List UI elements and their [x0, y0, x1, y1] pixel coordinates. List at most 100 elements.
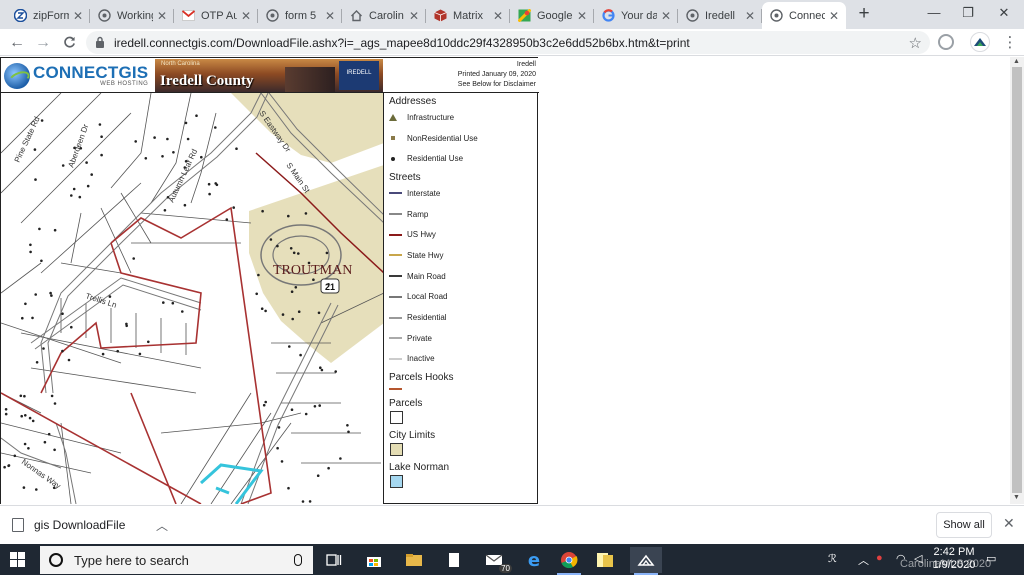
- file-icon: [12, 518, 24, 532]
- scroll-thumb[interactable]: [1012, 67, 1022, 493]
- tab-iredell[interactable]: Iredell ✕: [678, 2, 762, 29]
- address-point: [40, 259, 43, 263]
- tab-your-da[interactable]: Your da ✕: [594, 2, 678, 29]
- tab-close-icon[interactable]: ✕: [660, 9, 672, 23]
- tab-otp-au[interactable]: OTP Au ✕: [174, 2, 258, 29]
- task-view-icon[interactable]: [318, 547, 350, 573]
- address-point: [29, 250, 32, 254]
- legend-item: Residential: [389, 307, 538, 328]
- tab-zipform[interactable]: zipForm ✕: [6, 2, 90, 29]
- chevron-up-icon[interactable]: ︿: [156, 517, 168, 534]
- address-point: [214, 126, 217, 129]
- tab-close-icon[interactable]: ✕: [324, 9, 336, 23]
- page-scrollbar[interactable]: ▲ ▼: [1010, 57, 1024, 504]
- back-button[interactable]: ←: [6, 32, 28, 54]
- address-point: [49, 291, 52, 295]
- address-point: [288, 345, 291, 348]
- address-point: [67, 358, 71, 362]
- address-point: [38, 227, 41, 231]
- taskbar-search[interactable]: Type here to search: [40, 546, 313, 574]
- file-explorer-icon[interactable]: [398, 547, 430, 573]
- tab-matrix[interactable]: Matrix ✕: [426, 2, 510, 29]
- tab-close-icon[interactable]: ✕: [828, 9, 840, 23]
- address-point: [318, 404, 322, 407]
- show-all-button[interactable]: Show all: [936, 512, 992, 538]
- menu-kebab-icon[interactable]: ⋮: [1002, 33, 1018, 51]
- edge-icon[interactable]: e: [518, 547, 550, 573]
- address-point: [207, 182, 211, 186]
- page-content: CONNECTGIS WEB HOSTING North Carolina Ir…: [0, 57, 1024, 504]
- tab-google[interactable]: Google ✕: [510, 2, 594, 29]
- security-alert-icon[interactable]: ●: [876, 552, 883, 564]
- address-point: [144, 157, 148, 160]
- windows-taskbar: Type here to search 70 e ℛ ︿ ● ◠ ◁ 2:42 …: [0, 544, 1024, 575]
- address-point: [319, 366, 322, 370]
- address-point: [287, 214, 290, 218]
- address-bar[interactable]: iredell.connectgis.com/DownloadFile.ashx…: [86, 31, 930, 54]
- chrome-icon[interactable]: [553, 547, 585, 575]
- tab-close-icon[interactable]: ✕: [408, 9, 420, 23]
- address-point: [346, 424, 349, 427]
- store-icon[interactable]: [358, 547, 390, 573]
- address-point: [316, 474, 320, 478]
- people-icon[interactable]: ℛ: [828, 552, 837, 565]
- download-item[interactable]: gis DownloadFile ︿: [0, 506, 180, 544]
- tab-close-icon[interactable]: ✕: [72, 9, 84, 23]
- tab-connec[interactable]: Connec ✕: [762, 2, 846, 29]
- address-point: [53, 402, 57, 405]
- address-point: [280, 460, 284, 463]
- tab-close-icon[interactable]: ✕: [576, 9, 588, 23]
- parcel-map[interactable]: 21 TROUTMAN Pine State Rd Aberdeen Dr Au…: [1, 93, 384, 504]
- address-point: [277, 426, 281, 429]
- connectgis-logo: CONNECTGIS WEB HOSTING: [4, 61, 154, 90]
- reload-button[interactable]: [58, 32, 80, 54]
- scroll-up-arrow[interactable]: ▲: [1013, 58, 1020, 65]
- print-date: Printed January 09, 2020: [457, 71, 536, 78]
- profile-icon[interactable]: [938, 34, 954, 50]
- tab-label: Working: [117, 9, 153, 22]
- tray-expand-icon[interactable]: ︿: [858, 552, 869, 568]
- url-text[interactable]: iredell.connectgis.com/DownloadFile.ashx…: [114, 36, 690, 50]
- reload-icon: [63, 36, 75, 48]
- tab-working[interactable]: Working✕: [90, 2, 174, 29]
- legend-symbol: [389, 133, 405, 143]
- forward-button[interactable]: →: [32, 32, 54, 54]
- address-point: [13, 454, 17, 458]
- tab-close-icon[interactable]: ✕: [492, 9, 504, 23]
- address-point: [301, 500, 305, 503]
- chrome-page-icon: [98, 9, 111, 22]
- scroll-down-arrow[interactable]: ▼: [1013, 494, 1020, 501]
- tab-close-icon[interactable]: ✕: [156, 9, 168, 23]
- legend-symbol: [389, 188, 405, 198]
- legend-item: Main Road: [389, 266, 538, 287]
- tab-label: Connec: [789, 9, 825, 22]
- address-point: [100, 135, 103, 138]
- bookmark-star-icon[interactable]: ☆: [909, 34, 922, 52]
- new-tab-button[interactable]: +: [852, 3, 876, 27]
- address-point: [186, 137, 190, 141]
- restore-button[interactable]: ❐: [948, 3, 988, 25]
- extension-icon[interactable]: [970, 32, 990, 52]
- tab-carolin[interactable]: Carolin ✕: [342, 2, 426, 29]
- remote-app-icon[interactable]: [630, 547, 662, 575]
- lock-icon: [96, 36, 104, 48]
- address-point: [72, 187, 76, 191]
- address-point: [184, 121, 188, 125]
- address-point: [132, 257, 135, 260]
- address-point: [195, 114, 198, 117]
- address-point: [20, 414, 24, 418]
- window-close-button[interactable]: ✕: [984, 3, 1024, 25]
- tab-close-icon[interactable]: ✕: [744, 9, 756, 23]
- tab-close-icon[interactable]: ✕: [240, 9, 252, 23]
- tab-label: Google: [537, 9, 573, 22]
- tab-form-5[interactable]: form 5 ✕: [258, 2, 342, 29]
- city-limits-area-north: [231, 93, 383, 163]
- close-downloads-button[interactable]: ✕: [1003, 515, 1015, 532]
- microphone-icon[interactable]: [294, 554, 302, 566]
- chrome-page-icon: [266, 9, 279, 22]
- windows-start-button[interactable]: [10, 552, 26, 568]
- sticky-notes-icon[interactable]: [589, 547, 621, 573]
- notepad-icon[interactable]: [438, 547, 470, 573]
- mail-icon[interactable]: 70: [478, 547, 512, 573]
- address-point: [85, 161, 88, 164]
